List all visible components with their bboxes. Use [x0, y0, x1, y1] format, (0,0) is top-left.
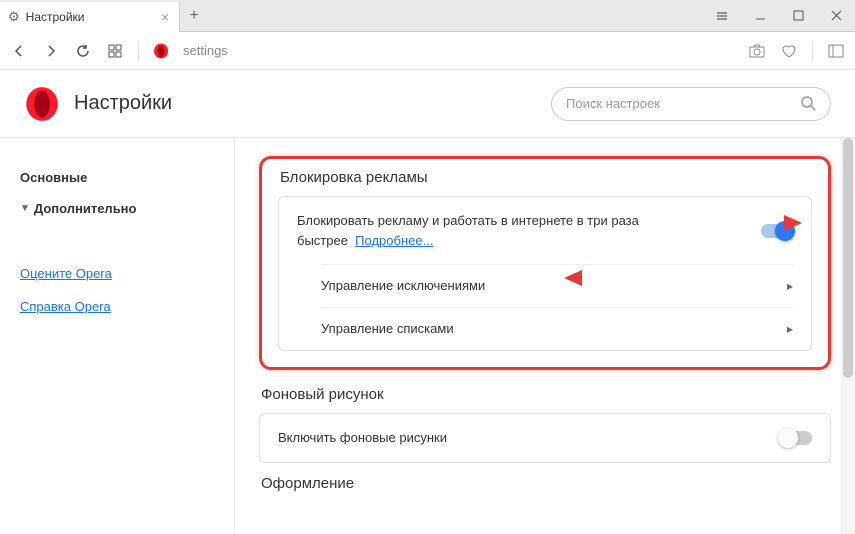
rate-opera-link[interactable]: Оцените Opera: [20, 260, 214, 287]
sidebar: Основные ▼ Дополнительно Оцените Opera С…: [0, 138, 235, 534]
manage-exceptions-row[interactable]: Управление исключениями ▸: [279, 264, 811, 307]
gear-icon: ⚙: [8, 9, 20, 25]
help-opera-link[interactable]: Справка Opera: [20, 293, 214, 320]
adblock-toggle-row: Блокировать рекламу и работать в интерне…: [279, 197, 811, 264]
adblock-section-highlight: Блокировка рекламы Блокировать рекламу и…: [259, 156, 831, 370]
back-button[interactable]: [10, 44, 28, 58]
address-bar: settings: [0, 32, 855, 70]
adblock-card: Блокировать рекламу и работать в интерне…: [278, 196, 812, 351]
sidebar-item-label: Дополнительно: [34, 201, 137, 216]
separator: [138, 41, 139, 61]
theme-title: Оформление: [259, 475, 831, 492]
new-tab-button[interactable]: +: [180, 7, 208, 25]
wallpaper-title: Фоновый рисунок: [259, 386, 831, 403]
tab-title: Настройки: [26, 10, 85, 24]
page-header: Настройки: [0, 70, 855, 138]
opera-logo: [24, 86, 60, 122]
browser-tab[interactable]: ⚙ Настройки ×: [0, 2, 180, 32]
adblock-description: Блокировать рекламу и работать в интерне…: [297, 211, 677, 250]
lists-label: Управление списками: [321, 321, 454, 336]
tab-close-icon[interactable]: ×: [161, 9, 169, 25]
sidebar-item-basic[interactable]: Основные: [20, 162, 214, 193]
easy-setup-icon[interactable]: [703, 0, 741, 32]
learn-more-link[interactable]: Подробнее...: [355, 233, 433, 248]
reload-button[interactable]: [74, 44, 92, 58]
main-content: Блокировка рекламы Блокировать рекламу и…: [235, 138, 855, 534]
wallpaper-toggle-row: Включить фоновые рисунки: [259, 413, 831, 463]
wallpaper-section: Фоновый рисунок Включить фоновые рисунки: [259, 386, 831, 463]
minimize-button[interactable]: [741, 0, 779, 32]
adblock-toggle[interactable]: [761, 224, 793, 238]
theme-section: Оформление: [259, 475, 831, 492]
address-text[interactable]: settings: [183, 43, 734, 58]
search-box[interactable]: [551, 87, 831, 121]
separator: [812, 41, 813, 61]
close-button[interactable]: [817, 0, 855, 32]
wallpaper-label: Включить фоновые рисунки: [278, 428, 447, 448]
page-title: Настройки: [74, 92, 172, 115]
scrollbar-thumb[interactable]: [843, 138, 853, 378]
speed-dial-button[interactable]: [106, 44, 124, 58]
chevron-down-icon: ▼: [20, 203, 30, 214]
forward-button[interactable]: [42, 44, 60, 58]
chevron-right-icon: ▸: [787, 279, 793, 293]
snapshot-icon[interactable]: [748, 43, 766, 59]
wallpaper-toggle[interactable]: [780, 431, 812, 445]
heart-icon[interactable]: [780, 43, 798, 59]
sidebar-item-advanced[interactable]: ▼ Дополнительно: [20, 193, 214, 224]
title-bar: ⚙ Настройки × +: [0, 0, 855, 32]
chevron-right-icon: ▸: [787, 322, 793, 336]
maximize-button[interactable]: [779, 0, 817, 32]
search-icon: [801, 96, 816, 111]
manage-lists-row[interactable]: Управление списками ▸: [279, 307, 811, 350]
search-input[interactable]: [566, 96, 793, 111]
adblock-title: Блокировка рекламы: [278, 169, 812, 186]
opera-icon: [153, 43, 169, 59]
exceptions-label: Управление исключениями: [321, 278, 485, 293]
sidebar-toggle-icon[interactable]: [827, 43, 845, 59]
